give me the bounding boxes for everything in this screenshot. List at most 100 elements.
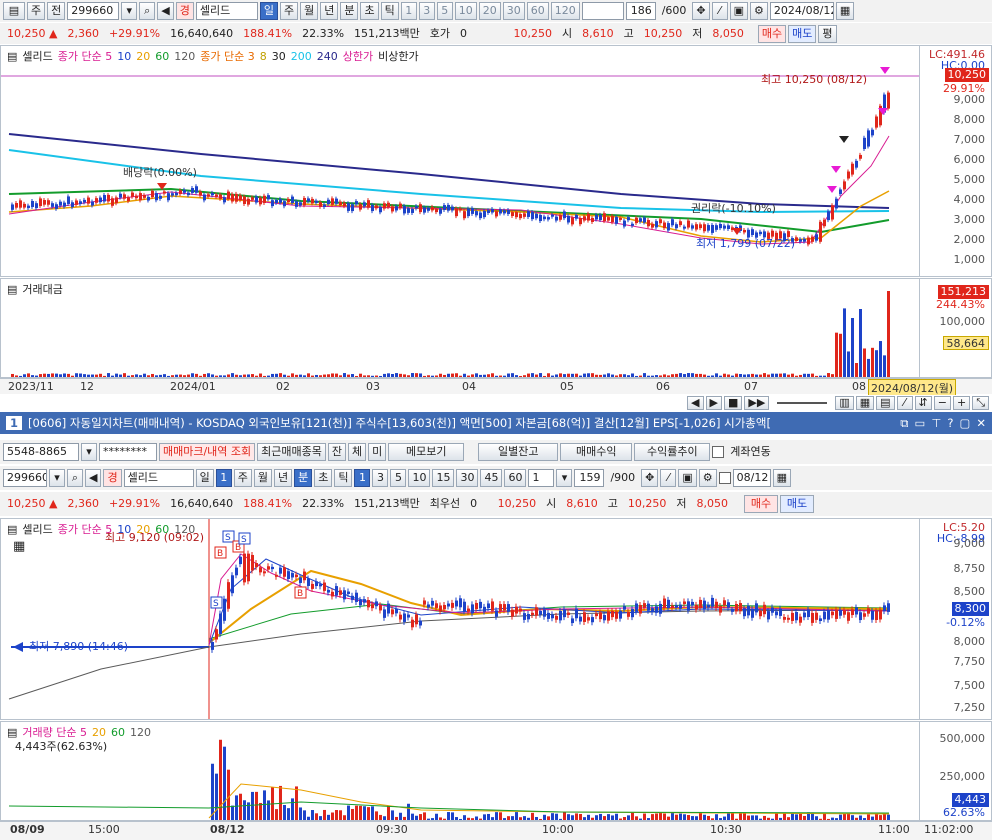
sub-sell-button[interactable]: 매도 [780, 495, 815, 513]
top-draw-icon[interactable]: ⁄ [711, 2, 728, 20]
zoom-slider[interactable] [777, 402, 828, 404]
sub-grid-icon[interactable]: ▦ [13, 539, 25, 554]
chart-compare-icon[interactable]: ⇵ [914, 396, 932, 410]
sub-settings-icon[interactable]: ⚙ [698, 469, 717, 487]
top-sell-button[interactable]: 매도 [788, 24, 817, 43]
account-number-input[interactable]: 5548-8865 [3, 443, 79, 461]
sub-buy-button[interactable]: 매수 [744, 495, 779, 513]
stop-icon[interactable]: ■ [723, 396, 743, 410]
top-period-tick[interactable]: 틱 [380, 2, 399, 20]
window-pin-icon[interactable]: ⊤ [931, 416, 941, 430]
balance-button[interactable]: 잔 [327, 443, 347, 461]
zoom-out-icon[interactable]: − [933, 396, 951, 410]
chart-grid-icon[interactable]: ▦ [855, 396, 875, 410]
scroll-left-icon[interactable]: ◀ [687, 396, 704, 410]
reset-icon[interactable]: ⤡ [972, 396, 989, 410]
sub-save-icon[interactable]: ▣ [678, 469, 697, 487]
chart-bars-icon[interactable]: ▤ [876, 396, 895, 410]
top-prev-button[interactable]: 전 [47, 2, 66, 20]
top-tools-icon[interactable]: ✥ [692, 2, 710, 20]
top-save-icon[interactable]: ▣ [729, 2, 749, 20]
top-date-input[interactable]: 2024/08/12 [769, 2, 834, 20]
sub-interval-45[interactable]: 45 [480, 469, 503, 487]
sub-draw-icon[interactable]: ⁄ [660, 469, 677, 487]
sub-calendar-icon[interactable]: ▦ [772, 469, 792, 487]
sub-sound-icon[interactable]: ◀ [85, 469, 102, 487]
top-market-select[interactable]: 주 [27, 2, 46, 20]
top-interval-5[interactable]: 5 [436, 2, 453, 20]
sub-period-second[interactable]: 초 [314, 469, 333, 487]
sub-period-week[interactable]: 주 [233, 469, 252, 487]
account-password-input[interactable]: ******** [99, 443, 157, 461]
scroll-right-icon[interactable]: ▶ [705, 396, 722, 410]
sub-code-dropdown-icon[interactable]: ▾ [49, 469, 65, 487]
top-interval-10[interactable]: 10 [454, 2, 477, 20]
account-dropdown-icon[interactable]: ▾ [81, 443, 97, 461]
sub-count-input[interactable]: 159 [574, 469, 605, 487]
top-code-dropdown-icon[interactable]: ▾ [121, 2, 138, 20]
sub-interval-15[interactable]: 15 [432, 469, 455, 487]
top-interval-20[interactable]: 20 [478, 2, 501, 20]
sub-unit-input[interactable]: 1 [528, 469, 555, 487]
sub-interval-10[interactable]: 10 [408, 469, 431, 487]
account-link-checkbox[interactable] [712, 446, 725, 458]
top-code-input[interactable]: 299660 [67, 2, 120, 20]
top-sound-icon[interactable]: ◀ [157, 2, 174, 20]
sub-period-month[interactable]: 월 [253, 469, 272, 487]
top-unit-input[interactable] [581, 2, 624, 20]
sub-code-input[interactable]: 299660 [3, 469, 47, 487]
top-buy-button[interactable]: 매수 [757, 24, 787, 43]
profit-trend-button[interactable]: 수익률추이 [634, 443, 711, 461]
chart-draw-icon[interactable]: ⁄ [896, 396, 913, 410]
sub-unit-dropdown-icon[interactable]: ▾ [556, 469, 573, 487]
window-link-icon[interactable]: ⧉ [900, 416, 908, 431]
play-icon[interactable]: ▶▶ [744, 396, 770, 410]
top-period-year[interactable]: 년 [320, 2, 339, 20]
sub-period-unit[interactable]: 1 [215, 469, 232, 487]
top-period-minute[interactable]: 분 [340, 2, 359, 20]
top-period-day[interactable]: 일 [259, 2, 278, 20]
top-search-icon[interactable]: ⌕ [139, 2, 156, 20]
window-restore-icon[interactable]: ▢ [959, 416, 970, 430]
sub-period-minute[interactable]: 분 [294, 469, 313, 487]
trade-marks-button[interactable]: 매매마크/내역 조회 [159, 443, 256, 461]
trade-profit-button[interactable]: 매매수익 [560, 443, 633, 461]
top-legend-menu-icon[interactable]: ▤ [7, 50, 17, 63]
top-menu-icon[interactable]: ▤ [3, 2, 25, 20]
sub-vol-menu-icon[interactable]: ▤ [7, 726, 17, 739]
top-count-input[interactable]: 186 [625, 2, 656, 20]
top-interval-60[interactable]: 60 [526, 2, 549, 20]
sub-period-tick[interactable]: 틱 [334, 469, 353, 487]
filled-button[interactable]: 체 [348, 443, 367, 461]
sub-period-day[interactable]: 일 [195, 469, 214, 487]
sub-window-titlebar[interactable]: 1 [0606] 자동일지차트(매매내역) - KOSDAQ 외국인보유[121… [0, 412, 992, 434]
top-period-second[interactable]: 초 [360, 2, 379, 20]
top-settings-icon[interactable]: ⚙ [750, 2, 768, 20]
sub-interval-30[interactable]: 30 [456, 469, 479, 487]
sub-period-year[interactable]: 년 [273, 469, 293, 487]
top-interval-3[interactable]: 3 [418, 2, 435, 20]
top-calendar-icon[interactable]: ▦ [835, 2, 855, 20]
sub-interval-5[interactable]: 5 [390, 469, 407, 487]
window-help-icon[interactable]: ? [947, 416, 953, 430]
top-period-week[interactable]: 주 [279, 2, 299, 20]
top-interval-30[interactable]: 30 [502, 2, 525, 20]
sub-interval-3[interactable]: 3 [372, 469, 389, 487]
zoom-in-icon[interactable]: + [952, 396, 971, 410]
sub-legend-menu-icon[interactable]: ▤ [7, 523, 17, 536]
sub-interval-60[interactable]: 60 [504, 469, 527, 487]
sub-date-checkbox[interactable] [718, 472, 731, 484]
sub-search-icon[interactable]: ⌕ [67, 469, 83, 487]
top-flat-button[interactable]: 평 [818, 24, 837, 43]
sub-interval-1[interactable]: 1 [354, 469, 371, 487]
memo-button[interactable]: 메모보기 [388, 443, 465, 461]
sub-tools-icon[interactable]: ✥ [641, 469, 659, 487]
chart-tools-icon[interactable]: ▥ [835, 396, 854, 410]
top-period-month[interactable]: 월 [300, 2, 319, 20]
daily-balance-button[interactable]: 일별잔고 [478, 443, 559, 461]
top-vol-menu-icon[interactable]: ▤ [7, 283, 17, 296]
unfilled-button[interactable]: 미 [368, 443, 387, 461]
window-close-icon[interactable]: ✕ [976, 416, 986, 430]
top-interval-1[interactable]: 1 [400, 2, 417, 20]
recent-trades-button[interactable]: 최근매매종목 [257, 443, 326, 461]
